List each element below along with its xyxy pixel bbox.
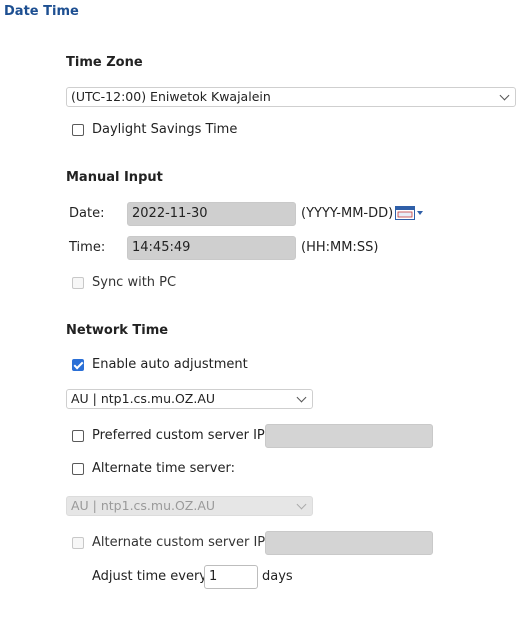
adjust-time-prefix: Adjust time every [92, 569, 208, 584]
page-title: Date Time [4, 4, 79, 19]
alternate-custom-server-checkbox[interactable] [72, 537, 84, 549]
alternate-time-server-select-value: AU | ntp1.cs.mu.OZ.AU [71, 498, 216, 513]
chevron-down-icon [296, 499, 307, 510]
preferred-custom-server-label: Preferred custom server IP: [92, 428, 270, 443]
time-zone-heading: Time Zone [66, 55, 143, 70]
time-zone-select[interactable]: (UTC-12:00) Eniwetok Kwajalein [66, 87, 516, 107]
time-zone-select-value: (UTC-12:00) Eniwetok Kwajalein [71, 89, 271, 104]
enable-auto-adjustment-checkbox[interactable] [72, 359, 84, 371]
date-format-hint: (YYYY-MM-DD) [301, 206, 394, 221]
date-label: Date: [69, 206, 105, 221]
sync-with-pc-label: Sync with PC [92, 275, 177, 290]
time-format-hint: (HH:MM:SS) [301, 240, 379, 255]
date-input[interactable]: 2022-11-30 [127, 202, 296, 226]
chevron-down-icon [499, 90, 510, 101]
preferred-custom-server-checkbox[interactable] [72, 430, 84, 442]
preferred-custom-server-input[interactable] [265, 424, 433, 448]
sync-with-pc-checkbox[interactable] [72, 277, 84, 289]
dst-label: Daylight Savings Time [92, 122, 238, 137]
adjust-interval-input[interactable]: 1 [204, 565, 258, 589]
alternate-time-server-checkbox[interactable] [72, 463, 84, 475]
alternate-time-server-select[interactable]: AU | ntp1.cs.mu.OZ.AU [66, 496, 313, 516]
time-server-select[interactable]: AU | ntp1.cs.mu.OZ.AU [66, 389, 313, 409]
time-server-select-value: AU | ntp1.cs.mu.OZ.AU [71, 391, 216, 406]
alternate-custom-server-input[interactable] [265, 531, 433, 555]
network-time-heading: Network Time [66, 323, 169, 338]
calendar-dropdown-icon[interactable] [395, 205, 425, 221]
chevron-down-icon [296, 392, 307, 403]
time-input[interactable]: 14:45:49 [127, 236, 296, 260]
alternate-custom-server-label: Alternate custom server IP: [92, 535, 270, 550]
alternate-time-server-label: Alternate time server: [92, 461, 235, 476]
enable-auto-adjustment-label: Enable auto adjustment [92, 357, 248, 372]
dst-checkbox[interactable] [72, 124, 84, 136]
manual-input-heading: Manual Input [66, 170, 163, 185]
time-label: Time: [69, 240, 106, 255]
adjust-time-suffix: days [262, 569, 293, 584]
